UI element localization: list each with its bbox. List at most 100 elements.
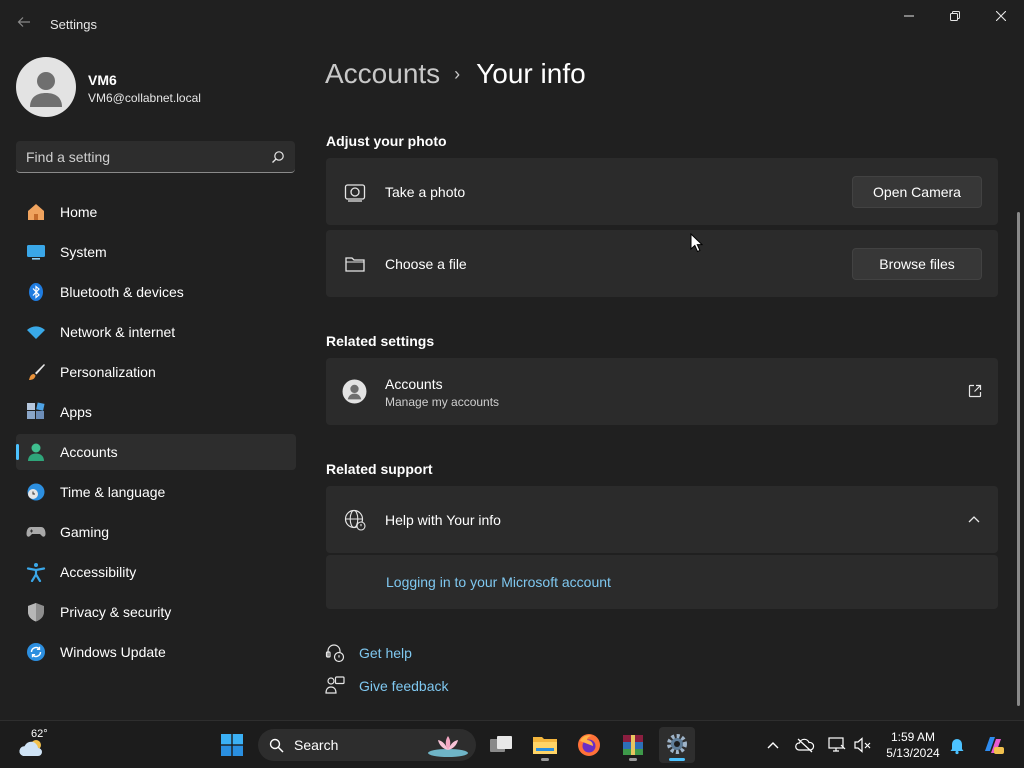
restore-button[interactable] [932,4,978,30]
sidebar-item-windows-update[interactable]: Windows Update [16,634,296,670]
search-box[interactable] [16,141,295,173]
profile-name: VM6 [88,72,117,88]
globe-clock-icon [27,483,45,501]
globe-icon [344,509,366,531]
sidebar-item-time-language[interactable]: Time & language [16,474,296,510]
sidebar-item-label: Gaming [60,524,110,540]
start-button[interactable] [214,727,250,763]
title-bar: Settings [0,0,1024,48]
help-expander-header[interactable]: Help with Your info [326,486,998,553]
taskbar-search[interactable]: Search [258,729,476,761]
choose-file-card: Choose a file Browse files [326,230,998,297]
person-circle-icon [342,379,367,404]
breadcrumb: Accounts › Your info [325,58,586,94]
get-help-link[interactable]: Get help [359,645,412,661]
shield-icon [28,603,44,622]
accounts-icon [28,443,44,461]
sidebar-item-label: Time & language [60,484,166,500]
sidebar-item-label: Accessibility [60,564,137,580]
profile-email: VM6@collabnet.local [88,91,201,105]
sidebar-item-network[interactable]: Network & internet [16,314,296,350]
main-scrollbar[interactable] [1017,212,1020,706]
search-input[interactable] [26,147,261,167]
weather-widget[interactable]: 62° [14,727,74,763]
clock-time[interactable]: 1:59 AM [880,730,946,744]
sidebar-item-gaming[interactable]: Gaming [16,514,296,550]
home-icon [28,204,44,220]
sidebar-item-accounts[interactable]: Accounts [16,434,296,470]
accounts-link-card[interactable]: Accounts Manage my accounts [326,358,998,425]
settings-icon [667,734,687,754]
section-heading-adjust-photo: Adjust your photo [326,133,447,149]
start-icon [221,734,243,756]
chevron-up-icon[interactable] [763,735,783,755]
weather-cloud-icon [19,740,42,756]
copilot-icon[interactable] [981,733,1005,757]
open-external-icon [968,384,982,398]
choose-file-label: Choose a file [385,256,467,272]
minimize-button[interactable] [886,4,932,30]
taskbar-file-explorer[interactable] [527,727,563,763]
app-title: Settings [50,17,97,32]
microsoft-account-help-link[interactable]: Logging in to your Microsoft account [386,574,611,590]
back-button[interactable] [14,14,34,34]
active-indicator [669,758,685,761]
open-camera-button[interactable]: Open Camera [852,176,982,208]
task-view-button[interactable] [483,727,519,763]
taskbar-firefox[interactable] [571,727,607,763]
browse-files-button[interactable]: Browse files [852,248,982,280]
network-icon[interactable] [827,735,847,755]
take-photo-card: Take a photo Open Camera [326,158,998,225]
search-icon[interactable] [271,150,285,164]
apps-icon [27,402,45,419]
taskbar-settings[interactable] [659,727,695,763]
sidebar-item-home[interactable]: Home [16,194,296,230]
search-icon [269,738,284,753]
taskbar-search-label: Search [294,737,339,753]
avatar[interactable] [16,57,76,117]
person-icon [30,72,62,107]
onedrive-icon[interactable] [795,735,815,755]
bluetooth-icon [29,283,43,301]
accessibility-icon [26,563,46,582]
chevron-up-icon[interactable] [968,515,980,523]
sidebar-item-system[interactable]: System [16,234,296,270]
sidebar-item-privacy-security[interactable]: Privacy & security [16,594,296,630]
give-feedback-link[interactable]: Give feedback [359,678,449,694]
taskbar-winrar[interactable] [615,727,651,763]
clock-date[interactable]: 5/13/2024 [880,746,946,760]
file-explorer-icon [533,737,557,754]
task-view-icon [490,736,512,752]
mouse-cursor-icon [690,233,704,253]
breadcrumb-separator: › [454,63,461,84]
sidebar-item-label: System [60,244,107,260]
running-indicator [541,758,549,761]
breadcrumb-parent[interactable]: Accounts [325,58,440,89]
close-button[interactable] [978,4,1024,30]
take-photo-label: Take a photo [385,184,466,200]
arrow-left-icon [17,17,30,27]
wifi-icon [27,326,45,339]
gamepad-icon [26,527,46,537]
sidebar-item-bluetooth[interactable]: Bluetooth & devices [16,274,296,310]
sidebar-item-apps[interactable]: Apps [16,394,296,430]
volume-muted-icon[interactable] [853,735,873,755]
sidebar-item-label: Apps [60,404,92,420]
sidebar-item-label: Windows Update [60,644,166,660]
restore-icon [950,11,960,21]
sidebar-item-label: Privacy & security [60,604,172,620]
winrar-icon [623,735,643,755]
sidebar-item-personalization[interactable]: Personalization [16,354,296,390]
search-highlight-lotus-icon [428,736,468,757]
help-expander-title: Help with Your info [385,512,501,528]
accounts-link-title: Accounts [385,376,443,392]
sidebar-item-accessibility[interactable]: Accessibility [16,554,296,590]
folder-icon [345,257,365,272]
section-heading-related-support: Related support [326,461,433,477]
feedback-icon [325,676,345,694]
running-indicator [629,758,637,761]
section-heading-related-settings: Related settings [326,333,435,349]
close-icon [995,10,1007,22]
notification-bell-icon[interactable] [947,735,967,755]
page-title: Your info [476,58,586,89]
